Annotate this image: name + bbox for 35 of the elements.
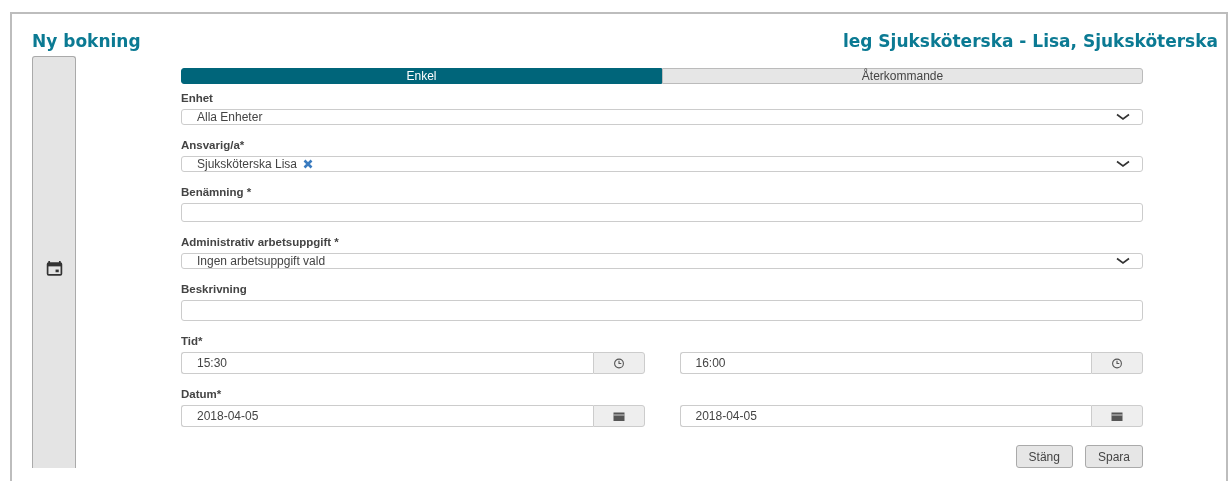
close-button[interactable]: Stäng [1015, 445, 1073, 468]
clock-button[interactable] [1091, 352, 1143, 374]
date-field[interactable]: 2018-04-05 [679, 405, 1091, 427]
user-name: leg Sjuksköterska - Lisa, Sjuksköterska [842, 31, 1218, 51]
field-label: Ansvarig/a* [181, 138, 245, 152]
field-label: Tid* [181, 334, 203, 348]
input-field[interactable] [181, 203, 1143, 222]
chevron-down-icon [1116, 257, 1130, 265]
tab[interactable]: Återkommande [662, 68, 1143, 84]
selected-tag: Sjuksköterska Lisa [197, 157, 298, 171]
chevron-down-icon [1116, 160, 1130, 168]
select-field[interactable]: Sjuksköterska Lisa [181, 156, 1143, 172]
calendar-icon[interactable] [45, 260, 63, 277]
save-button[interactable]: Spara [1084, 445, 1143, 468]
field-label: Administrativ arbetsuppgift * [181, 235, 339, 249]
clock-button[interactable] [592, 352, 645, 374]
chevron-down-icon [1116, 113, 1130, 121]
select-field[interactable]: Alla Enheter [181, 109, 1143, 125]
calendar-button[interactable] [592, 405, 645, 427]
field-label: Datum* [181, 387, 222, 401]
calendar-icon [1111, 410, 1123, 422]
time-field[interactable]: 16:00 [679, 352, 1091, 374]
time-field[interactable]: 15:30 [181, 352, 593, 374]
field-label: Beskrivning [181, 282, 247, 296]
select-field[interactable]: Ingen arbetsuppgift vald [181, 253, 1143, 269]
dialog-title: Ny bokning [32, 31, 141, 51]
field-label: Benämning * [181, 185, 252, 199]
clock-icon [1111, 357, 1123, 369]
remove-icon[interactable] [303, 159, 314, 169]
clock-icon [612, 357, 625, 369]
calendar-icon [612, 410, 625, 422]
date-field[interactable]: 2018-04-05 [181, 405, 593, 427]
calendar-button[interactable] [1091, 405, 1143, 427]
field-label: Enhet [181, 91, 213, 105]
tab[interactable]: Enkel [181, 68, 662, 84]
